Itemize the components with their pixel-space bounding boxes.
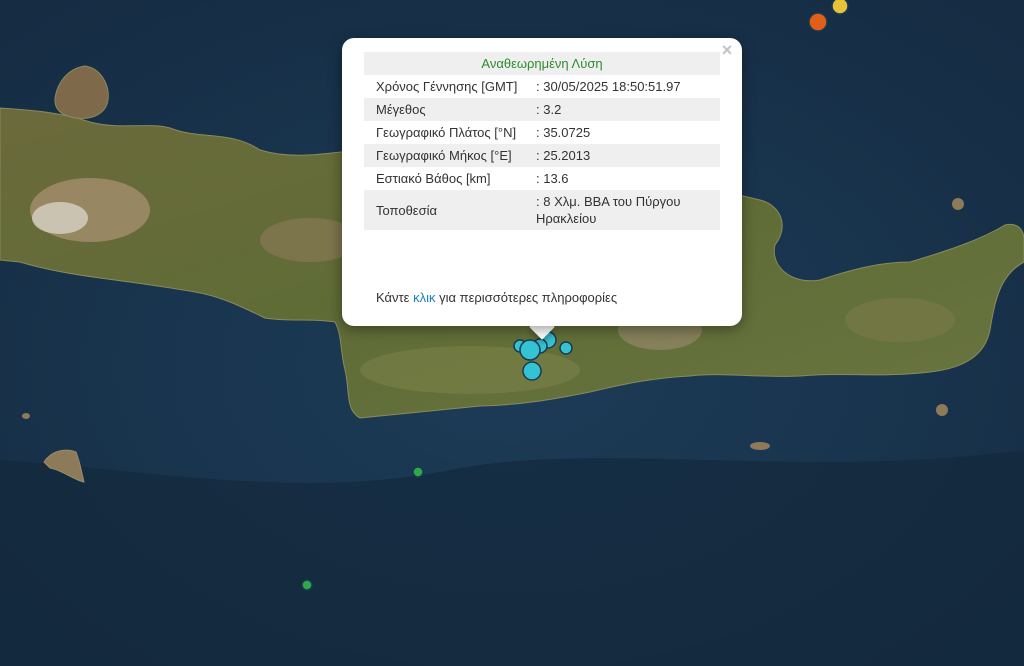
value-depth: : 13.6 — [536, 171, 569, 186]
seafloor-shading — [0, 450, 1024, 666]
eq-marker-orange[interactable] — [808, 12, 828, 32]
close-icon[interactable]: × — [718, 41, 736, 59]
eq-marker-recent[interactable] — [522, 361, 542, 381]
mountain-west-peak — [32, 202, 88, 234]
earthquake-info-popup: × Αναθεωρημένη Λύση Χρόνος Γέννησης [GMT… — [342, 38, 742, 326]
eq-marker-green[interactable] — [301, 579, 313, 591]
islet-small-4 — [952, 198, 964, 210]
plain-messara — [360, 346, 580, 394]
value-magnitude: : 3.2 — [528, 98, 720, 121]
more-info-link[interactable]: κλικ — [413, 290, 435, 305]
eq-marker-recent[interactable] — [519, 339, 541, 361]
label-location: Τοποθεσία — [364, 190, 528, 230]
eq-marker-green[interactable] — [412, 466, 424, 478]
label-latitude: Γεωγραφικό Πλάτος [°N] — [376, 125, 517, 140]
eq-marker-yellow[interactable] — [831, 0, 849, 15]
value-location: : 8 Χλμ. ΒΒΑ του Πύργου Ηρακλείου — [528, 190, 720, 230]
more-info-suffix: για περισσότερες πληροφορίες — [439, 290, 618, 305]
more-info-line: Κάντε κλικ για περισσότερες πληροφορίες — [376, 290, 617, 305]
label-magnitude: Μέγεθος — [364, 98, 528, 121]
more-info-prefix: Κάντε — [376, 290, 410, 305]
islet-small-3 — [936, 404, 948, 416]
value-longitude: : 25.2013 — [528, 144, 720, 167]
eq-marker-recent[interactable] — [559, 341, 573, 355]
label-longitude: Γεωγραφικό Μήκος [°E] — [364, 144, 528, 167]
mountain-east — [845, 298, 955, 342]
popup-title: Αναθεωρημένη Λύση — [364, 52, 720, 75]
earthquake-info-table: Αναθεωρημένη Λύση Χρόνος Γέννησης [GMT] … — [364, 52, 720, 230]
label-origin-time: Χρόνος Γέννησης [GMT] — [376, 79, 518, 94]
value-origin-time: : 30/05/2025 18:50:51.97 — [536, 79, 681, 94]
islet-small-2 — [750, 442, 770, 450]
islet-small-1 — [22, 413, 30, 419]
label-depth: Εστιακό Βάθος [km] — [376, 171, 491, 186]
value-latitude: : 35.0725 — [536, 125, 591, 140]
